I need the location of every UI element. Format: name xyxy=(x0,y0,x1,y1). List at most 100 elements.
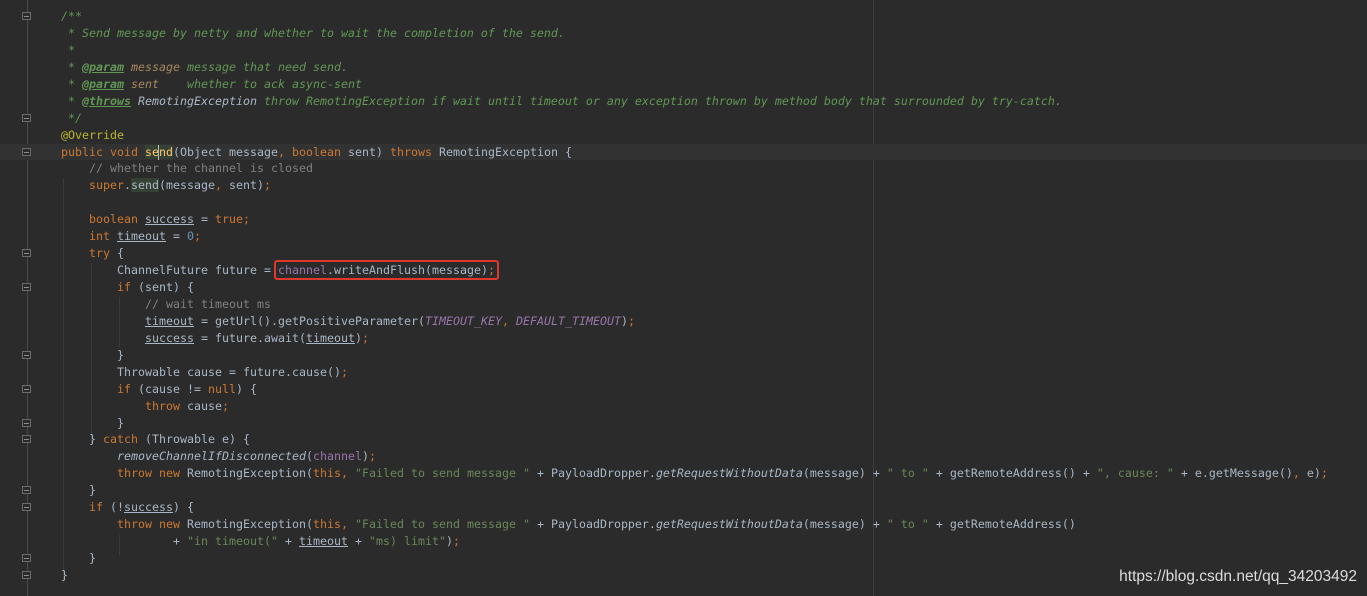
code-token: channel xyxy=(277,263,327,278)
code-token: ", cause: " xyxy=(1096,466,1174,481)
highlight-box: channel.writeAndFlush(message); xyxy=(273,260,499,281)
code-token: RemotingException xyxy=(131,93,257,108)
fold-toggle-icon[interactable] xyxy=(22,12,31,20)
code-token: + xyxy=(61,534,187,549)
code-token: ; xyxy=(243,212,250,227)
code-line[interactable]: if (cause != null) { xyxy=(0,381,1367,398)
code-line[interactable]: throw new RemotingException(this, "Faile… xyxy=(0,465,1367,482)
code-token: = xyxy=(194,212,215,227)
code-line[interactable]: } xyxy=(0,550,1367,567)
code-line[interactable]: } xyxy=(0,347,1367,364)
code-token: timeout xyxy=(298,534,348,549)
fold-toggle-icon[interactable] xyxy=(22,570,31,579)
code-token: // wait timeout ms xyxy=(61,296,271,311)
code-token: (Throwable e) { xyxy=(145,432,250,447)
fold-toggle-icon[interactable] xyxy=(22,554,31,562)
fold-toggle-icon[interactable] xyxy=(22,503,31,512)
code-token: = getUrl().getPositiveParameter( xyxy=(194,313,425,328)
code-token: Throwable cause = future.cause() xyxy=(61,364,341,379)
code-token: ) xyxy=(361,449,369,464)
code-token: @param xyxy=(82,76,124,91)
code-line[interactable]: ChannelFuture future = channel.writeAndF… xyxy=(0,260,1367,281)
code-token: getRequestWithoutData xyxy=(655,466,803,481)
code-token: + PayloadDropper. xyxy=(529,517,656,532)
code-line[interactable]: * @throws RemotingException throw Remoti… xyxy=(0,93,1367,110)
code-token: " to " xyxy=(886,466,929,481)
code-editor[interactable]: /** * Send message by netty and whether … xyxy=(0,8,1367,584)
code-line[interactable]: */ xyxy=(0,110,1367,127)
code-token: ) xyxy=(445,534,453,549)
fold-toggle-icon[interactable] xyxy=(22,283,31,291)
code-line[interactable]: + "in timeout(" + timeout + "ms) limit")… xyxy=(0,533,1367,550)
code-token: = xyxy=(166,229,187,244)
code-token: ) xyxy=(620,313,628,328)
code-token: (message) + xyxy=(802,517,887,532)
fold-toggle-icon[interactable] xyxy=(22,384,31,393)
code-line[interactable]: timeout = getUrl().getPositiveParameter(… xyxy=(0,313,1367,330)
code-line[interactable]: } xyxy=(0,482,1367,499)
code-line[interactable]: boolean success = true; xyxy=(0,211,1367,228)
code-token: sent) xyxy=(347,144,390,159)
code-line[interactable]: throw cause; xyxy=(0,398,1367,415)
fold-toggle-icon[interactable] xyxy=(22,350,31,359)
code-line[interactable]: * Send message by netty and whether to w… xyxy=(0,25,1367,42)
code-line[interactable]: } catch (Throwable e) { xyxy=(0,431,1367,448)
code-token: (cause != xyxy=(138,381,208,396)
code-token: this xyxy=(312,517,341,532)
fold-toggle-icon[interactable] xyxy=(22,435,31,444)
code-token: ; xyxy=(264,178,271,193)
code-line[interactable] xyxy=(0,194,1367,211)
fold-toggle-icon[interactable] xyxy=(22,147,31,156)
code-line[interactable]: removeChannelIfDisconnected(channel); xyxy=(0,448,1367,465)
code-line[interactable]: } xyxy=(0,415,1367,432)
code-token: sent xyxy=(124,76,159,91)
code-line[interactable]: Throwable cause = future.cause(); xyxy=(0,364,1367,381)
code-line[interactable]: if (!success) { xyxy=(0,499,1367,516)
code-token: "ms) limit" xyxy=(368,534,446,549)
fold-toggle-icon[interactable] xyxy=(22,249,31,258)
code-token: ; xyxy=(361,330,369,345)
code-token: * xyxy=(61,42,75,57)
code-token: ; xyxy=(452,534,460,549)
code-line[interactable]: public void send(Object message, boolean… xyxy=(0,143,1367,161)
code-line[interactable]: // wait timeout ms xyxy=(0,296,1367,313)
code-line[interactable]: * @param sent whether to ack async-sent xyxy=(0,76,1367,93)
code-token: (sent) { xyxy=(138,280,194,294)
code-token: + xyxy=(347,534,369,549)
code-token: ; xyxy=(340,364,348,379)
code-line[interactable]: super.send(message, sent); xyxy=(0,177,1367,194)
code-line[interactable]: * @param message message that need send. xyxy=(0,59,1367,76)
code-token: ; xyxy=(627,313,635,328)
code-token: int xyxy=(61,229,117,244)
code-line[interactable]: int timeout = 0; xyxy=(0,228,1367,245)
code-token: + getRemoteAddress() xyxy=(928,517,1076,532)
code-token: (message xyxy=(159,178,215,193)
code-token: } xyxy=(61,347,124,362)
code-token: @throws xyxy=(82,93,131,108)
code-token: success xyxy=(145,330,194,345)
code-line[interactable]: // whether the channel is closed xyxy=(0,160,1367,177)
code-line[interactable]: success = future.await(timeout); xyxy=(0,330,1367,347)
code-token: ; xyxy=(221,398,229,413)
code-token: (Object message xyxy=(173,144,278,159)
fold-toggle-icon[interactable] xyxy=(22,418,31,427)
code-token: ; xyxy=(194,229,201,244)
code-token: throw xyxy=(61,398,187,413)
code-token: success xyxy=(145,212,194,227)
code-token: send xyxy=(131,178,159,193)
fold-toggle-icon[interactable] xyxy=(22,486,31,495)
code-token: RemotingException( xyxy=(186,517,313,532)
code-token: DEFAULT_TIMEOUT xyxy=(515,313,621,328)
code-line[interactable]: try { xyxy=(0,245,1367,262)
code-token: null xyxy=(208,381,236,396)
code-line[interactable]: /** xyxy=(0,8,1367,25)
code-token: .writeAndFlush(message) xyxy=(326,263,488,278)
code-line[interactable]: * xyxy=(0,42,1367,59)
fold-toggle-icon[interactable] xyxy=(22,113,31,122)
code-token: , xyxy=(340,517,355,532)
code-line[interactable]: if (sent) { xyxy=(0,279,1367,296)
code-line[interactable]: @Override xyxy=(0,127,1367,144)
code-line[interactable]: throw new RemotingException(this, "Faile… xyxy=(0,516,1367,533)
code-token: success xyxy=(124,500,173,515)
code-token: cause xyxy=(186,398,222,413)
